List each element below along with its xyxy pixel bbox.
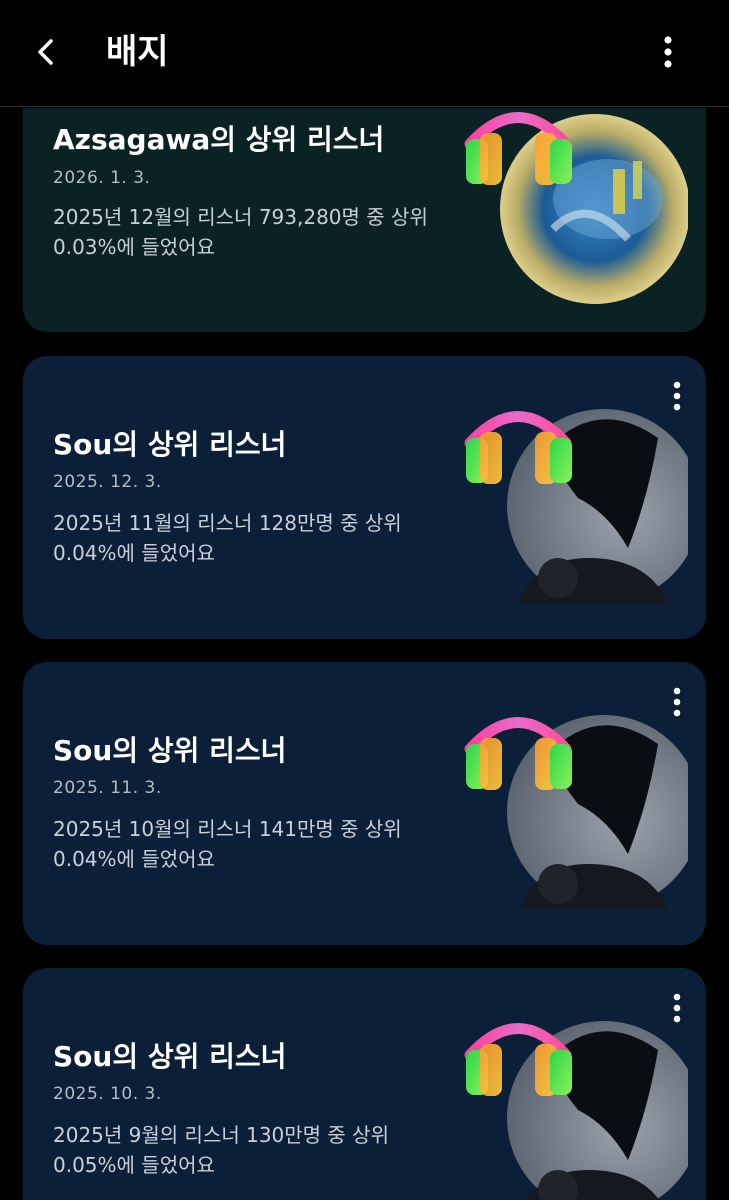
badge-card[interactable]: Sou의 상위 리스너 2025. 11. 3. 2025년 10월의 리스너 …	[23, 662, 706, 945]
badge-title: Sou의 상위 리스너	[53, 428, 287, 461]
badge-description: 2025년 9월의 리스너 130만명 중 상위 0.05%에 들었어요	[53, 1123, 389, 1177]
badge-date: 2026. 1. 3.	[53, 168, 151, 188]
badge-artwork	[464, 1021, 688, 1200]
badge-description: 2025년 11월의 리스너 128만명 중 상위 0.04%에 들었어요	[53, 511, 402, 565]
more-options-button[interactable]	[646, 30, 690, 74]
badge-date: 2025. 10. 3.	[53, 1084, 162, 1104]
badge-card[interactable]: Azsagawa의 상위 리스너 2026. 1. 3. 2025년 12월의 …	[23, 108, 706, 332]
badge-title: Azsagawa의 상위 리스너	[53, 123, 385, 156]
page-title: 배지	[106, 32, 169, 72]
badge-title: Sou의 상위 리스너	[53, 1040, 287, 1073]
badge-card[interactable]: Sou의 상위 리스너 2025. 10. 3. 2025년 9월의 리스너 1…	[23, 968, 706, 1200]
chevron-left-icon	[38, 39, 53, 65]
badge-artwork	[464, 715, 688, 909]
badge-description: 2025년 12월의 리스너 793,280명 중 상위 0.03%에 들었어요	[53, 205, 428, 259]
vertical-dots-icon	[664, 36, 672, 68]
app-header: 배지	[0, 0, 729, 107]
badge-date: 2025. 12. 3.	[53, 472, 162, 492]
badge-description: 2025년 10월의 리스너 141만명 중 상위 0.04%에 들었어요	[53, 817, 402, 871]
badge-title: Sou의 상위 리스너	[53, 734, 287, 767]
badge-date: 2025. 11. 3.	[53, 778, 162, 798]
badge-artwork	[464, 112, 688, 304]
badge-list: Azsagawa의 상위 리스너 2026. 1. 3. 2025년 12월의 …	[0, 108, 729, 1200]
badge-card[interactable]: Sou의 상위 리스너 2025. 12. 3. 2025년 11월의 리스너 …	[23, 356, 706, 639]
back-button[interactable]	[24, 30, 68, 74]
badge-artwork	[464, 409, 688, 603]
